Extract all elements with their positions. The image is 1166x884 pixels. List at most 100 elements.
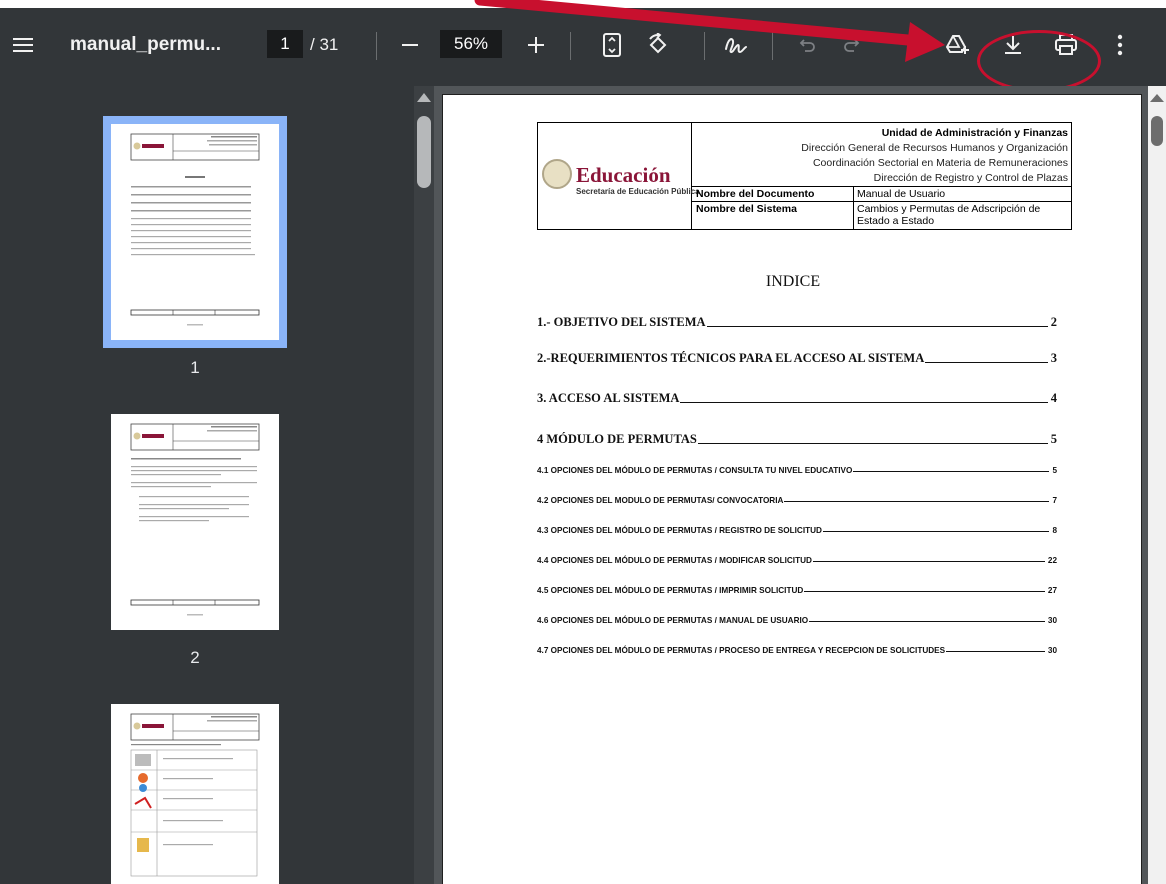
logo-title: Educación: [576, 163, 671, 187]
toc-entry-title: 4.4 OPCIONES DEL MÓDULO DE PERMUTAS / MO…: [537, 556, 812, 565]
toc-entry-page: 4: [1050, 391, 1057, 405]
viewer-scrollbar[interactable]: [1148, 86, 1166, 884]
toc-entry-page: 22: [1047, 556, 1057, 565]
document-title: manual_permu...: [70, 34, 221, 55]
zoom-in-button[interactable]: [521, 30, 551, 60]
toc-entry[interactable]: 4.4 OPCIONES DEL MÓDULO DE PERMUTAS / MO…: [537, 556, 1057, 565]
toc-entry[interactable]: 3. ACCESO AL SISTEMA 4: [537, 391, 1057, 406]
doc-name-value: Manual de Usuario: [857, 188, 946, 200]
redo-button[interactable]: [836, 30, 866, 60]
thumbnail-page-1[interactable]: [103, 116, 287, 348]
more-options-button[interactable]: [1108, 30, 1132, 60]
org-line: Unidad de Administración y Finanzas: [881, 127, 1068, 139]
toc-entry-page: 5: [1052, 466, 1057, 475]
thumbnail-page-2[interactable]: [111, 414, 279, 630]
annotate-icon: [725, 38, 747, 54]
toc-entry[interactable]: 4.1 OPCIONES DEL MÓDULO DE PERMUTAS / CO…: [537, 466, 1057, 475]
toc-entry-title: 4 MÓDULO DE PERMUTAS: [537, 432, 697, 446]
download-button[interactable]: [997, 30, 1029, 60]
toc-entry[interactable]: 4.5 OPCIONES DEL MÓDULO DE PERMUTAS / IM…: [537, 586, 1057, 595]
system-name-value: Cambios y Permutas de Adscripción de Est…: [857, 203, 1041, 227]
rotate-button[interactable]: [642, 30, 674, 60]
zoom-in-icon: [528, 37, 544, 53]
menu-button[interactable]: [8, 30, 38, 60]
fit-page-icon: [603, 33, 621, 57]
toc-entry-title: 4.3 OPCIONES DEL MÓDULO DE PERMUTAS / RE…: [537, 526, 822, 535]
org-line: Dirección General de Recursos Humanos y …: [801, 142, 1068, 154]
toc-entry-title: 3. ACCESO AL SISTEMA: [537, 391, 680, 405]
viewer-scroll-up-icon[interactable]: [1150, 94, 1164, 102]
toc-entry[interactable]: 1.- OBJETIVO DEL SISTEMA 2: [537, 315, 1057, 330]
toc-entry[interactable]: 4 MÓDULO DE PERMUTAS 5: [537, 432, 1057, 447]
sidebar-scroll-up-icon[interactable]: [417, 93, 431, 102]
toc-entry[interactable]: 4.7 OPCIONES DEL MÓDULO DE PERMUTAS / PR…: [537, 646, 1057, 655]
toc-entry-title: 4.6 OPCIONES DEL MÓDULO DE PERMUTAS / MA…: [537, 616, 809, 625]
pdf-toolbar: manual_permu... / 31: [0, 8, 1166, 86]
toc-entry[interactable]: 4.2 OPCIONES DEL MODULO DE PERMUTAS/ CON…: [537, 496, 1057, 505]
thumbnail-label: 1: [190, 358, 200, 377]
table-rule: [692, 201, 1072, 202]
toolbar-divider: [376, 32, 377, 60]
undo-icon: [799, 39, 815, 52]
annotate-button[interactable]: [720, 30, 752, 60]
toolbar-divider: [704, 32, 705, 60]
redo-icon: [844, 39, 860, 52]
document-header-table: Educación Secretaría de Educación Públic…: [537, 122, 1072, 230]
seal-icon: [542, 159, 572, 189]
thumbnail-image: [111, 414, 279, 630]
toolbar-divider: [772, 32, 773, 60]
viewer-scrollbar-thumb[interactable]: [1151, 116, 1163, 146]
undo-button[interactable]: [793, 30, 823, 60]
download-icon: [1005, 36, 1021, 54]
logo-subtitle: Secretaría de Educación Pública: [576, 187, 700, 196]
thumbnail-image: [111, 704, 279, 884]
thumbnail-label: 2: [190, 648, 200, 667]
org-line: Coordinación Sectorial en Materia de Rem…: [812, 157, 1068, 169]
toc-entry[interactable]: 4.3 OPCIONES DEL MÓDULO DE PERMUTAS / RE…: [537, 526, 1057, 535]
thumbnail-sidebar: 1 2: [0, 86, 414, 884]
more-vert-icon: [1117, 34, 1123, 56]
toc-entry-page: 3: [1050, 351, 1057, 365]
system-name-label: Nombre del Sistema: [696, 203, 797, 215]
toc-entry-title: 4.5 OPCIONES DEL MÓDULO DE PERMUTAS / IM…: [537, 586, 804, 595]
pdf-page: Educación Secretaría de Educación Públic…: [442, 94, 1142, 884]
zoom-out-button[interactable]: [395, 30, 425, 60]
zoom-level-input[interactable]: [440, 30, 502, 58]
toc-entry-title: 4.2 OPCIONES DEL MODULO DE PERMUTAS/ CON…: [537, 496, 784, 505]
pdf-viewer[interactable]: Educación Secretaría de Educación Públic…: [434, 86, 1166, 884]
rotate-icon: [649, 33, 667, 54]
logo-cell: Educación Secretaría de Educación Públic…: [538, 123, 700, 229]
zoom-out-icon: [402, 44, 418, 46]
print-icon: [1055, 34, 1077, 55]
fit-page-button[interactable]: [597, 30, 627, 60]
thumbnail-image: [111, 124, 279, 340]
page-number-input[interactable]: [267, 30, 303, 58]
toc-entry-page: 7: [1052, 496, 1057, 505]
toc-entry-page: 30: [1047, 616, 1057, 625]
menu-icon: [13, 38, 33, 52]
toc-entry-title: 4.1 OPCIONES DEL MÓDULO DE PERMUTAS / CO…: [537, 466, 853, 475]
doc-name-label: Nombre del Documento: [696, 188, 815, 200]
toc-entry-title: 4.7 OPCIONES DEL MÓDULO DE PERMUTAS / PR…: [537, 646, 946, 655]
toc-entry[interactable]: 2.-REQUERIMIENTOS TÉCNICOS PARA EL ACCES…: [537, 351, 1057, 366]
toc-entry-title: 2.-REQUERIMIENTOS TÉCNICOS PARA EL ACCES…: [537, 351, 925, 365]
toolbar-divider: [570, 32, 571, 60]
org-line: Dirección de Registro y Control de Plaza…: [873, 172, 1068, 184]
page-total: / 31: [310, 35, 339, 54]
toc-entry-page: 5: [1050, 432, 1057, 446]
table-rule: [692, 186, 1072, 187]
toc-entry-page: 8: [1052, 526, 1057, 535]
thumbnail-page-3[interactable]: [111, 704, 279, 884]
sidebar-scrollbar-thumb[interactable]: [417, 116, 431, 188]
save-to-drive-icon: [945, 35, 969, 54]
save-to-drive-button[interactable]: [941, 30, 973, 60]
toc-entry-page: 2: [1050, 315, 1057, 329]
index-title: INDICE: [765, 273, 821, 290]
toc-entry[interactable]: 4.6 OPCIONES DEL MÓDULO DE PERMUTAS / MA…: [537, 616, 1057, 625]
table-rule: [853, 186, 854, 229]
sidebar-scrollbar[interactable]: [414, 86, 434, 884]
toc-entry-page: 27: [1047, 586, 1057, 595]
print-button[interactable]: [1049, 30, 1083, 60]
toc-entry-title: 1.- OBJETIVO DEL SISTEMA: [537, 315, 706, 329]
top-strip: [0, 0, 1166, 8]
